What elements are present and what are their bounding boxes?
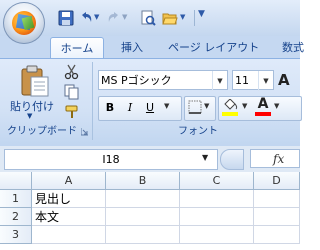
chevron-down-icon[interactable]: ▼ — [212, 71, 227, 91]
ribbon-group-separator — [92, 62, 93, 140]
tab-insert[interactable]: 挿入 — [112, 37, 152, 58]
cell-a2[interactable]: 本文 — [32, 208, 106, 226]
dialog-launcher-icon[interactable] — [81, 128, 89, 136]
font-name-combo[interactable]: MS Pゴシック ▼ — [98, 70, 228, 91]
row-header-1[interactable]: 1 — [0, 190, 32, 208]
copy-icon[interactable] — [64, 84, 80, 100]
chevron-down-icon[interactable]: ▼ — [258, 71, 273, 91]
grow-font-button[interactable]: A — [278, 70, 302, 90]
tab-page-layout[interactable]: ページ レイアウト — [168, 37, 280, 58]
undo-icon[interactable] — [78, 10, 94, 26]
cell-c2[interactable] — [180, 208, 254, 226]
cell-d1[interactable] — [254, 190, 300, 208]
fx-label: fx — [273, 152, 285, 166]
save-icon[interactable] — [58, 10, 74, 26]
fill-color-dropdown-icon[interactable]: ▼ — [242, 102, 247, 110]
bold-button[interactable]: B — [100, 98, 120, 118]
open-folder-icon[interactable] — [162, 10, 178, 26]
customize-qat-icon[interactable]: ▼ — [198, 9, 205, 19]
font-name-value: MS Pゴシック — [101, 74, 172, 87]
cell-b2[interactable] — [106, 208, 180, 226]
font-color-dropdown-icon[interactable]: ▼ — [274, 102, 279, 110]
redo-dropdown-icon[interactable]: ▼ — [122, 13, 127, 21]
font-color-button[interactable]: A — [256, 96, 270, 112]
cell-c3[interactable] — [180, 226, 254, 244]
column-header-a[interactable]: A — [32, 172, 106, 190]
tab-home[interactable]: ホーム — [50, 37, 104, 59]
cell-a1[interactable]: 見出し — [32, 190, 106, 208]
row-header-3[interactable]: 3 — [0, 226, 32, 244]
font-size-value: 11 — [235, 74, 249, 87]
italic-button[interactable]: I — [120, 98, 140, 118]
fill-color-icon[interactable] — [222, 99, 238, 111]
undo-dropdown-icon[interactable]: ▼ — [94, 13, 99, 21]
cell-d3[interactable] — [254, 226, 300, 244]
font-group-label: フォント — [178, 126, 218, 137]
paste-dropdown-icon[interactable]: ▼ — [27, 112, 32, 120]
cell-c1[interactable] — [180, 190, 254, 208]
font-color-swatch — [255, 112, 271, 116]
cell-b3[interactable] — [106, 226, 180, 244]
name-box[interactable]: I18 — [4, 149, 218, 170]
row-header-2[interactable]: 2 — [0, 208, 32, 226]
tab-formulas[interactable]: 数式 — [282, 37, 320, 58]
cell-b1[interactable] — [106, 190, 180, 208]
underline-dropdown-icon[interactable]: ▼ — [164, 102, 169, 110]
open-dropdown-icon[interactable]: ▼ — [180, 13, 185, 21]
fill-color-swatch — [222, 112, 238, 116]
redo-icon[interactable] — [106, 10, 122, 26]
column-header-c[interactable]: C — [180, 172, 254, 190]
column-header-b[interactable]: B — [106, 172, 180, 190]
formula-bar-handle[interactable] — [220, 149, 244, 170]
print-preview-icon[interactable] — [140, 10, 156, 26]
qat-separator — [194, 10, 195, 26]
column-header-d[interactable]: D — [254, 172, 300, 190]
borders-dropdown-icon[interactable]: ▼ — [204, 102, 209, 110]
borders-icon[interactable] — [188, 100, 202, 114]
cell-d2[interactable] — [254, 208, 300, 226]
paste-icon[interactable] — [18, 64, 52, 98]
font-size-combo[interactable]: 11 ▼ — [232, 70, 274, 91]
name-box-dropdown-icon[interactable]: ▼ — [202, 153, 208, 162]
format-painter-icon[interactable] — [64, 104, 80, 120]
cut-icon[interactable] — [64, 64, 80, 80]
clipboard-group-label: クリップボード — [7, 126, 77, 137]
office-button[interactable] — [3, 2, 45, 44]
select-all-button[interactable] — [0, 172, 32, 190]
insert-function-button[interactable]: fx — [250, 149, 300, 168]
underline-button[interactable]: U — [140, 98, 160, 118]
cell-a3[interactable] — [32, 226, 106, 244]
